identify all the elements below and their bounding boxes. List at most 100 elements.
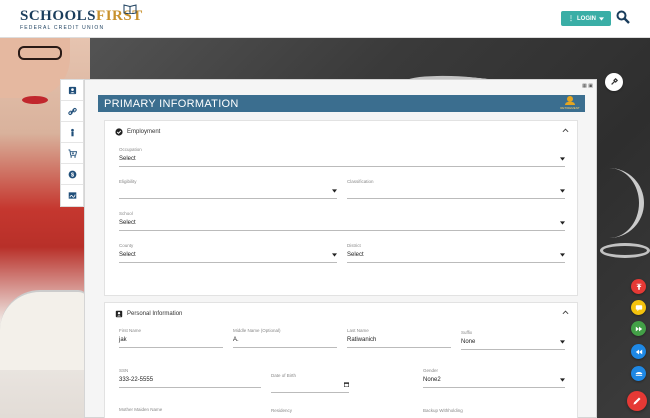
hero-photo-book — [0, 290, 88, 370]
cart-icon — [67, 148, 77, 158]
gender-value: None2 — [423, 377, 441, 383]
first-name-field[interactable]: First Name jak — [119, 328, 223, 348]
pin-button[interactable] — [605, 73, 623, 91]
sidenav-item-profile[interactable] — [61, 80, 83, 101]
chat-fab[interactable] — [631, 300, 646, 315]
gender-label: Gender — [423, 368, 439, 373]
search-icon[interactable] — [616, 10, 630, 24]
mother-maiden-name-field[interactable]: Mother Maiden Name — [119, 407, 261, 412]
layers-icon — [635, 371, 642, 376]
occupation-select[interactable]: Occupation Select — [119, 147, 565, 167]
middle-name-label: Middle Name (Optional) — [233, 328, 281, 333]
caret-down-icon — [560, 340, 565, 344]
upload-fab[interactable] — [631, 279, 646, 294]
county-label: County — [119, 243, 134, 248]
sidenav-item-links[interactable] — [61, 101, 83, 122]
last-name-field[interactable]: Last Name Ratiwanich — [347, 328, 451, 348]
more-vert-icon: ⋮ — [568, 16, 574, 22]
chalk-scribble — [600, 243, 650, 258]
county-select[interactable]: County Select — [119, 243, 337, 263]
district-value: Select — [347, 252, 364, 258]
eligibility-value — [119, 188, 337, 197]
school-select[interactable]: School Select — [119, 211, 565, 231]
book-logo-icon — [123, 4, 137, 14]
suffix-label: Suffix — [461, 330, 473, 335]
person-icon — [70, 128, 74, 136]
caret-down-icon — [560, 378, 565, 382]
classification-label: Classification — [347, 179, 374, 184]
personal-information-header[interactable]: Personal Information — [115, 310, 182, 318]
sidenav-item-funding[interactable]: $ — [61, 164, 83, 185]
employment-heading: Employment — [127, 129, 161, 135]
suffix-value: None — [461, 339, 476, 345]
chat-icon — [635, 304, 642, 311]
caret-down-icon — [560, 221, 565, 225]
caret-down-icon — [332, 253, 337, 257]
backup-withholding-label: Backup Withholding — [423, 408, 463, 413]
rewind-icon — [635, 349, 642, 354]
sidenav-item-signature[interactable] — [61, 185, 83, 206]
ssn-field[interactable]: SSN 333-22-5555 — [119, 368, 261, 388]
signature-icon — [68, 192, 76, 199]
sidenav-item-cart[interactable] — [61, 143, 83, 164]
school-label: School — [119, 211, 133, 216]
contact-card-icon — [68, 86, 76, 94]
district-label: District — [347, 243, 361, 248]
logo-text-schools: SCHOOLS — [20, 8, 97, 24]
employment-section: Employment Occupation Select Eligibility… — [104, 120, 578, 296]
eligibility-select[interactable]: Eligibility — [119, 179, 337, 199]
panel-window-controls[interactable]: ▦ ▣ — [582, 83, 593, 89]
middle-name-field[interactable]: Middle Name (Optional) A. — [233, 328, 337, 348]
badge-body-shape — [565, 102, 575, 105]
calendar-icon[interactable] — [344, 382, 349, 387]
date-of-birth-label: Date of Birth — [271, 373, 297, 378]
county-value: Select — [119, 252, 136, 258]
rewind-fab[interactable] — [631, 344, 646, 359]
layers-fab[interactable] — [631, 366, 646, 381]
fast-forward-fab[interactable] — [631, 321, 646, 336]
date-of-birth-field[interactable]: Date of Birth — [271, 373, 349, 393]
application-sidenav: $ — [60, 79, 84, 207]
classification-value — [347, 188, 565, 197]
suffix-select[interactable]: Suffix None — [461, 330, 565, 350]
gender-select[interactable]: Gender None2 — [423, 368, 565, 388]
chevron-up-icon[interactable] — [562, 127, 569, 134]
caret-down-icon — [560, 157, 565, 161]
district-select[interactable]: District Select — [347, 243, 565, 263]
classification-select[interactable]: Classification — [347, 179, 565, 199]
last-name-value: Ratiwanich — [347, 337, 377, 343]
caret-down-icon — [560, 253, 565, 257]
panel-title-bar: PRIMARY INFORMATION RETIREMENT — [98, 95, 585, 112]
ssn-label: SSN — [119, 368, 129, 373]
badge-label: RETIREMENT — [560, 106, 580, 110]
edit-fab[interactable] — [627, 391, 647, 411]
middle-name-value: A. — [233, 337, 239, 343]
eligibility-label: Eligibility — [119, 179, 137, 184]
mother-maiden-name-label: Mother Maiden Name — [119, 407, 163, 412]
caret-down-icon — [560, 189, 565, 193]
personal-information-heading: Personal Information — [127, 311, 183, 317]
backup-withholding-select[interactable]: Backup Withholding — [423, 408, 565, 413]
first-name-label: First Name — [119, 328, 142, 333]
employment-header[interactable]: Employment — [115, 128, 160, 136]
login-label: LOGIN — [577, 15, 596, 22]
chevron-up-icon[interactable] — [562, 309, 569, 316]
hero-photo-lips — [22, 96, 48, 104]
pin-icon — [611, 78, 618, 85]
logo-subtitle: FEDERAL CREDIT UNION — [20, 25, 105, 31]
upload-icon — [636, 283, 641, 290]
first-name-value: jak — [119, 337, 127, 343]
link-icon — [67, 107, 77, 115]
residency-select[interactable]: Residency — [271, 408, 413, 413]
fast-forward-icon — [635, 326, 642, 331]
last-name-label: Last Name — [347, 328, 369, 333]
sidenav-item-beneficiary[interactable] — [61, 122, 83, 143]
check-circle-icon — [115, 128, 123, 136]
retirement-badge: RETIREMENT — [559, 96, 581, 110]
chalk-scribble — [604, 168, 644, 238]
residency-label: Residency — [271, 408, 293, 413]
occupation-value: Select — [119, 156, 136, 162]
login-button[interactable]: ⋮ LOGIN — [561, 11, 611, 26]
occupation-label: Occupation — [119, 147, 142, 152]
school-value: Select — [119, 220, 136, 226]
